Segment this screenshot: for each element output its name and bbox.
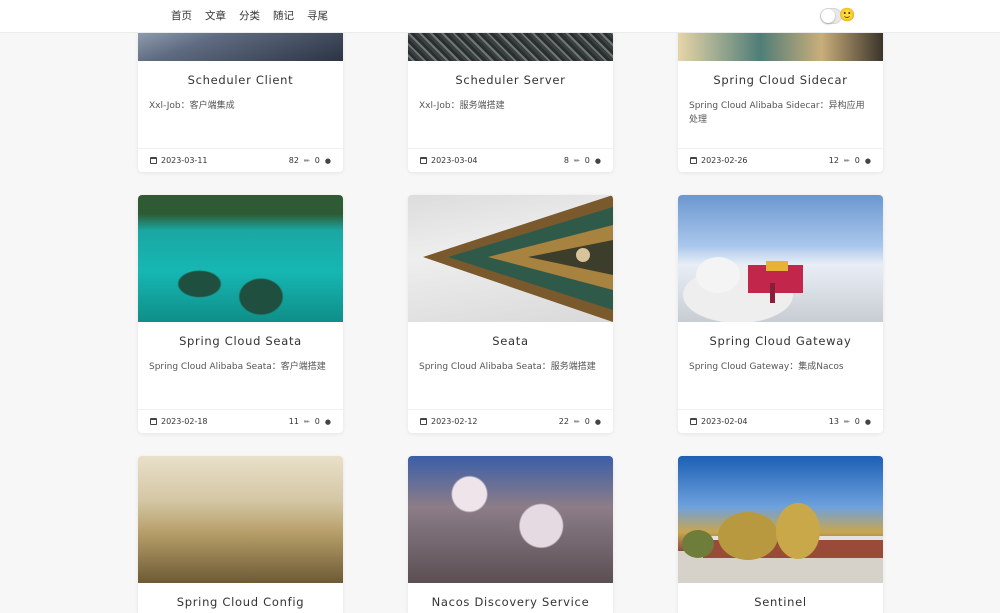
post-title[interactable]: Spring Cloud Seata bbox=[138, 334, 343, 350]
post-description: Spring Cloud Alibaba Seata：服务端搭建 bbox=[419, 362, 596, 372]
post-meta: 2023-02-04 13 ✏ 0 ● bbox=[678, 409, 883, 433]
calendar-icon bbox=[690, 418, 697, 425]
view-count: 8 bbox=[563, 156, 569, 165]
eye-icon: ✏ bbox=[303, 156, 310, 165]
comment-count: 0 bbox=[314, 156, 320, 165]
post-title[interactable]: Seata bbox=[408, 334, 613, 350]
post-date-value: 2023-02-12 bbox=[431, 417, 478, 426]
post-description: Spring Cloud Alibaba Sidecar：异构应用处理 bbox=[689, 101, 865, 125]
post-title[interactable]: Scheduler Server bbox=[408, 73, 613, 89]
post-date: 2023-02-04 bbox=[690, 417, 748, 426]
nav-home[interactable]: 首页 bbox=[171, 8, 192, 23]
post-date-value: 2023-02-18 bbox=[161, 417, 208, 426]
post-card[interactable]: Seata Spring Cloud Alibaba Seata：服务端搭建 2… bbox=[408, 195, 613, 433]
comment-icon: ● bbox=[594, 156, 601, 165]
nav-notes[interactable]: 随记 bbox=[273, 8, 294, 23]
toggle-knob bbox=[821, 9, 835, 23]
main-nav: 首页 文章 分类 随记 寻尾 bbox=[171, 8, 328, 23]
post-stats: 22 ✏ 0 ● bbox=[559, 417, 601, 426]
post-date: 2023-02-18 bbox=[150, 417, 208, 426]
calendar-icon bbox=[420, 157, 427, 164]
post-thumbnail[interactable] bbox=[678, 195, 883, 323]
pagoda-eaves-graphic bbox=[423, 195, 613, 322]
post-date-value: 2023-03-11 bbox=[161, 156, 208, 165]
post-title[interactable]: Spring Cloud Gateway bbox=[678, 334, 883, 350]
post-thumbnail[interactable] bbox=[678, 456, 883, 583]
post-description: Xxl-Job：客户端集成 bbox=[149, 101, 235, 111]
view-count: 82 bbox=[288, 156, 299, 165]
post-thumbnail[interactable] bbox=[408, 456, 613, 583]
comment-count: 0 bbox=[584, 156, 590, 165]
eye-icon: ✏ bbox=[573, 156, 580, 165]
post-date: 2023-02-12 bbox=[420, 417, 478, 426]
post-meta: 2023-02-26 12 ✏ 0 ● bbox=[678, 148, 883, 172]
post-date-value: 2023-02-26 bbox=[701, 156, 748, 165]
post-stats: 11 ✏ 0 ● bbox=[289, 417, 331, 426]
post-meta: 2023-02-18 11 ✏ 0 ● bbox=[138, 409, 343, 433]
comment-icon: ● bbox=[594, 417, 601, 426]
comment-icon: ● bbox=[864, 417, 871, 426]
view-count: 13 bbox=[828, 417, 839, 426]
view-count: 11 bbox=[288, 417, 299, 426]
post-title[interactable]: Scheduler Client bbox=[138, 73, 343, 89]
post-meta: 2023-03-11 82 ✏ 0 ● bbox=[138, 148, 343, 172]
post-date-value: 2023-02-04 bbox=[701, 417, 748, 426]
comment-count: 0 bbox=[314, 417, 320, 426]
post-card[interactable]: Nacos Discovery Service bbox=[408, 456, 613, 613]
nav-categories[interactable]: 分类 bbox=[239, 8, 260, 23]
comment-count: 0 bbox=[854, 417, 860, 426]
calendar-icon bbox=[150, 157, 157, 164]
post-stats: 13 ✏ 0 ● bbox=[829, 417, 871, 426]
post-stats: 12 ✏ 0 ● bbox=[829, 156, 871, 165]
post-description: Xxl-Job：服务端搭建 bbox=[419, 101, 505, 111]
post-title[interactable]: Sentinel bbox=[678, 595, 883, 611]
comment-count: 0 bbox=[854, 156, 860, 165]
post-title[interactable]: Nacos Discovery Service bbox=[408, 595, 613, 611]
post-description: Spring Cloud Alibaba Seata：客户端搭建 bbox=[149, 362, 326, 372]
post-card[interactable]: Spring Cloud Config bbox=[138, 456, 343, 613]
nav-search[interactable]: 寻尾 bbox=[307, 8, 328, 23]
view-count: 22 bbox=[558, 417, 569, 426]
eye-icon: ✏ bbox=[573, 417, 580, 426]
post-title[interactable]: Spring Cloud Config bbox=[138, 595, 343, 611]
post-card[interactable]: Spring Cloud Gateway Spring Cloud Gatewa… bbox=[678, 195, 883, 433]
post-title[interactable]: Spring Cloud Sidecar bbox=[678, 73, 883, 89]
eye-icon: ✏ bbox=[303, 417, 310, 426]
post-date: 2023-03-11 bbox=[150, 156, 208, 165]
post-date-value: 2023-03-04 bbox=[431, 156, 478, 165]
post-date: 2023-03-04 bbox=[420, 156, 478, 165]
calendar-icon bbox=[420, 418, 427, 425]
post-card[interactable]: Spring Cloud Seata Spring Cloud Alibaba … bbox=[138, 195, 343, 433]
post-stats: 82 ✏ 0 ● bbox=[289, 156, 331, 165]
post-thumbnail[interactable] bbox=[408, 195, 613, 322]
theme-toggle[interactable]: 🙂 bbox=[820, 8, 856, 24]
yak-graphic bbox=[683, 257, 803, 323]
smile-icon: 🙂 bbox=[839, 8, 856, 23]
comment-icon: ● bbox=[324, 417, 331, 426]
top-navigation-bar: 首页 文章 分类 随记 寻尾 🙂 bbox=[0, 0, 1000, 33]
post-date: 2023-02-26 bbox=[690, 156, 748, 165]
post-meta: 2023-03-04 8 ✏ 0 ● bbox=[408, 148, 613, 172]
calendar-icon bbox=[690, 157, 697, 164]
eye-icon: ✏ bbox=[843, 156, 850, 165]
comment-count: 0 bbox=[584, 417, 590, 426]
comment-icon: ● bbox=[324, 156, 331, 165]
post-thumbnail[interactable] bbox=[138, 195, 343, 322]
building-graphic bbox=[678, 503, 883, 583]
nav-articles[interactable]: 文章 bbox=[205, 8, 226, 23]
calendar-icon bbox=[150, 418, 157, 425]
eye-icon: ✏ bbox=[843, 417, 850, 426]
view-count: 12 bbox=[828, 156, 839, 165]
post-meta: 2023-02-12 22 ✏ 0 ● bbox=[408, 409, 613, 433]
post-thumbnail[interactable] bbox=[138, 456, 343, 583]
post-stats: 8 ✏ 0 ● bbox=[564, 156, 601, 165]
post-card[interactable]: Sentinel bbox=[678, 456, 883, 613]
comment-icon: ● bbox=[864, 156, 871, 165]
post-description: Spring Cloud Gateway：集成Nacos bbox=[689, 362, 844, 372]
